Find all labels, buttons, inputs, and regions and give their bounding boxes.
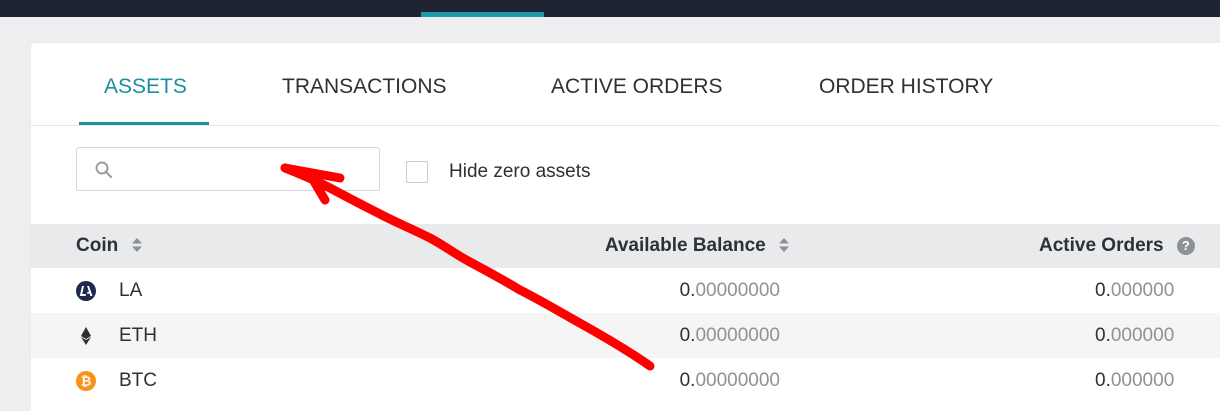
coin-header-label: Coin <box>76 235 119 256</box>
tab-active-orders[interactable]: ACTIVE ORDERS <box>551 75 723 99</box>
tab-order-history[interactable]: ORDER HISTORY <box>819 75 993 99</box>
coin-name: LA <box>119 280 143 301</box>
table-row[interactable]: ₿ BTC 0.00000000 0.000000 <box>31 358 1220 403</box>
svg-text:₿: ₿ <box>81 374 92 389</box>
search-box[interactable] <box>76 147 380 192</box>
help-icon[interactable]: ? <box>1176 237 1195 255</box>
search-input[interactable] <box>119 148 373 192</box>
sort-icon[interactable] <box>131 238 142 252</box>
eth-coin-icon <box>81 327 91 345</box>
tab-transactions[interactable]: TRANSACTIONS <box>282 75 447 99</box>
tab-assets[interactable]: ASSETS <box>104 75 187 99</box>
sort-icon[interactable] <box>779 238 789 252</box>
active-tab-underline <box>79 122 209 125</box>
coin-column-header[interactable]: Coin <box>76 235 142 257</box>
top-navigation-bar <box>0 0 1220 17</box>
search-icon <box>95 161 113 179</box>
coin-name: ETH <box>119 325 157 346</box>
table-row[interactable]: LA 0.00000000 0.000000 <box>31 268 1220 313</box>
hide-zero-assets-checkbox[interactable] <box>406 161 428 183</box>
topbar-active-indicator <box>421 12 544 17</box>
active-orders-value: 0.000000 <box>1095 325 1175 346</box>
btc-coin-icon: ₿ <box>76 371 96 391</box>
active-orders-column-header: Active Orders ? <box>1039 235 1195 257</box>
active-orders-value: 0.000000 <box>1095 280 1175 301</box>
available-balance-value: 0.00000000 <box>679 280 780 301</box>
available-balance-header-label: Available Balance <box>604 235 766 256</box>
la-coin-icon <box>76 281 96 301</box>
tab-bar: ASSETS TRANSACTIONS ACTIVE ORDERS ORDER … <box>31 43 1220 126</box>
available-balance-value: 0.00000000 <box>679 370 780 391</box>
available-balance-column-header[interactable]: Available Balance <box>605 235 789 257</box>
table-row[interactable]: ETH 0.00000000 0.000000 <box>31 313 1220 358</box>
active-orders-value: 0.000000 <box>1095 370 1175 391</box>
available-balance-value: 0.00000000 <box>679 325 780 346</box>
hide-zero-assets-label[interactable]: Hide zero assets <box>449 161 591 183</box>
assets-card: ASSETS TRANSACTIONS ACTIVE ORDERS ORDER … <box>31 43 1220 411</box>
table-header: Coin Available Balance Active Orders ? <box>31 224 1220 268</box>
active-orders-header-label: Active Orders <box>1039 235 1164 256</box>
coin-name: BTC <box>119 370 157 391</box>
